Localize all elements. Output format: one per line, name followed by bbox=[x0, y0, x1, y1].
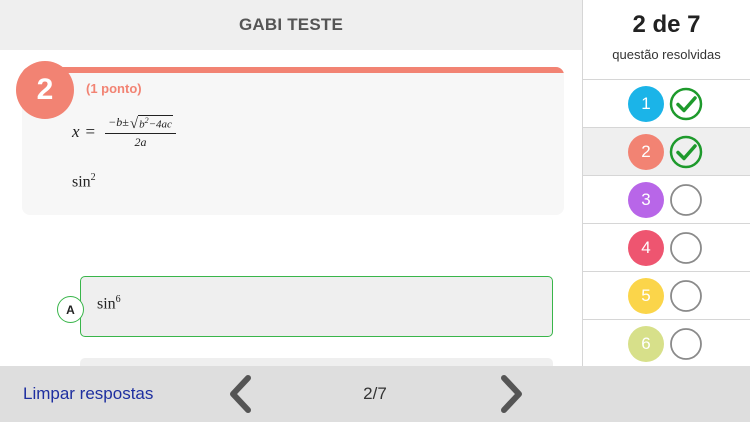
question-nav-item-1[interactable]: 1 bbox=[583, 80, 750, 128]
question-card-accent-bar bbox=[22, 67, 564, 73]
answer-option-b[interactable] bbox=[80, 358, 553, 366]
question-list: 1 2 3 4 5 6 bbox=[583, 80, 750, 366]
empty-circle-icon bbox=[670, 279, 702, 312]
formula-numerator: −b± √ b2−4ac bbox=[105, 115, 176, 134]
question-nav-number: 1 bbox=[628, 85, 664, 122]
question-nav-item-2[interactable]: 2 bbox=[583, 128, 750, 176]
check-circle-icon bbox=[669, 135, 703, 168]
progress-count: 2 de 7 bbox=[632, 11, 701, 38]
footer-bar: Limpar respostas 2/7 bbox=[0, 366, 750, 422]
sqrt-icon: √ bbox=[129, 115, 139, 132]
next-button[interactable] bbox=[494, 375, 530, 413]
empty-circle-icon bbox=[670, 183, 702, 216]
progress-summary: 2 de 7 questão resolvidas bbox=[583, 0, 750, 80]
question-sidebar: 2 de 7 questão resolvidas 1 2 3 4 5 6 bbox=[582, 0, 750, 366]
question-nav-number: 5 bbox=[628, 277, 664, 314]
empty-circle-icon bbox=[670, 231, 702, 264]
question-expression: sin2 bbox=[72, 172, 96, 191]
question-nav-number: 2 bbox=[628, 133, 664, 170]
clear-answers-link[interactable]: Limpar respostas bbox=[23, 384, 153, 404]
option-letter-badge[interactable]: A bbox=[57, 296, 84, 323]
page-indicator: 2/7 bbox=[363, 384, 387, 403]
formula-fraction: −b± √ b2−4ac 2a bbox=[105, 115, 176, 150]
question-nav-item-4[interactable]: 4 bbox=[583, 224, 750, 272]
option-a-expression: sin6 bbox=[97, 294, 121, 313]
question-nav-number: 6 bbox=[628, 325, 664, 362]
chevron-left-icon bbox=[230, 375, 251, 413]
question-nav-item-3[interactable]: 3 bbox=[583, 176, 750, 224]
quiz-app: GABI TESTE 2 (1 ponto) x = −b± √ b2−4ac … bbox=[0, 0, 750, 422]
question-nav-number: 3 bbox=[628, 181, 664, 218]
answer-option-a[interactable] bbox=[80, 276, 553, 337]
formula-denominator: 2a bbox=[134, 134, 147, 149]
question-area: 2 (1 ponto) x = −b± √ b2−4ac 2a sin2 A s… bbox=[0, 0, 582, 366]
question-points: (1 ponto) bbox=[86, 81, 142, 96]
question-nav-item-6[interactable]: 6 bbox=[583, 320, 750, 366]
previous-button[interactable] bbox=[222, 375, 258, 413]
progress-label: questão resolvidas bbox=[612, 47, 721, 62]
question-nav-item-5[interactable]: 5 bbox=[583, 272, 750, 320]
question-number-badge: 2 bbox=[16, 61, 74, 119]
question-formula: x = −b± √ b2−4ac 2a bbox=[72, 115, 176, 150]
chevron-right-icon bbox=[501, 375, 522, 413]
check-circle-icon bbox=[669, 87, 703, 120]
formula-sqrt: √ b2−4ac bbox=[129, 115, 173, 132]
question-nav-number: 4 bbox=[628, 229, 664, 266]
empty-circle-icon bbox=[670, 327, 702, 360]
